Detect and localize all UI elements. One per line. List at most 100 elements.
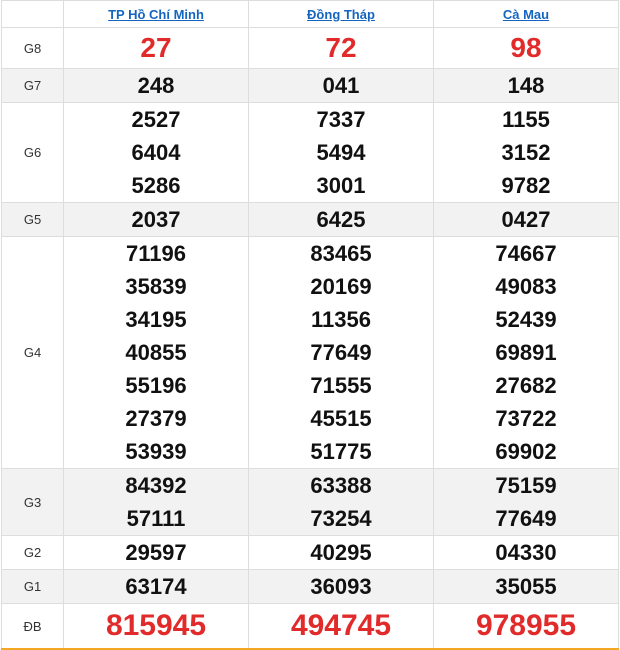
prize-label: G6 — [1, 102, 64, 203]
prize-row-special: ĐB 815945 494745 978955 — [1, 603, 619, 650]
prize-label: ĐB — [1, 603, 64, 650]
prize-number: 1155 — [502, 107, 550, 132]
prize-cell: 72 — [248, 27, 434, 69]
prize-number: 98 — [510, 32, 542, 63]
prize-cell: 494745 — [248, 603, 434, 650]
prize-number: 35839 — [125, 274, 187, 299]
prize-row-g3: G3 84392 57111 63388 73254 75159 77649 — [1, 468, 619, 536]
prize-number: 2037 — [131, 207, 181, 232]
prize-cell: 75159 77649 — [433, 468, 619, 536]
prize-label: G5 — [1, 202, 64, 237]
prize-number: 041 — [322, 73, 360, 98]
prize-number: 55196 — [125, 373, 187, 398]
prize-number: 6425 — [316, 207, 366, 232]
prize-cell: 04330 — [433, 535, 619, 570]
prize-number: 69902 — [495, 439, 557, 464]
prize-number: 20169 — [310, 274, 372, 299]
header-blank-cell — [1, 0, 64, 28]
prize-number: 3001 — [316, 173, 366, 198]
province-header: Cà Mau — [433, 0, 619, 28]
prize-cell: 148 — [433, 68, 619, 103]
prize-cell: 041 — [248, 68, 434, 103]
prize-number: 27379 — [125, 406, 187, 431]
prize-cell: 36093 — [248, 569, 434, 604]
prize-cell: 248 — [63, 68, 249, 103]
prize-row-g7: G7 248 041 148 — [1, 68, 619, 103]
prize-cell: 1155 3152 9782 — [433, 102, 619, 203]
prize-cell: 978955 — [433, 603, 619, 650]
prize-number: 51775 — [310, 439, 372, 464]
prize-cell: 0427 — [433, 202, 619, 237]
province-link-ca-mau[interactable]: Cà Mau — [503, 7, 549, 22]
prize-cell: 2527 6404 5286 — [63, 102, 249, 203]
prize-cell: 71196 35839 34195 40855 55196 27379 5393… — [63, 236, 249, 469]
prize-number: 84392 — [125, 473, 187, 498]
prize-number: 69891 — [495, 340, 557, 365]
prize-number: 63388 — [310, 473, 372, 498]
prize-number: 71555 — [310, 373, 372, 398]
prize-number: 3152 — [501, 140, 551, 165]
prize-number: 148 — [507, 73, 545, 98]
prize-number: 77649 — [495, 506, 557, 531]
prize-row-g8: G8 27 72 98 — [1, 27, 619, 69]
prize-number: 35055 — [495, 574, 557, 599]
prize-number: 7337 — [316, 107, 366, 132]
prize-number: 5286 — [131, 173, 181, 198]
prize-label: G1 — [1, 569, 64, 604]
prize-number: 2527 — [131, 107, 181, 132]
prize-number: 27 — [140, 32, 172, 63]
prize-cell: 74667 49083 52439 69891 27682 73722 6990… — [433, 236, 619, 469]
prize-label: G7 — [1, 68, 64, 103]
prize-number: 248 — [137, 73, 175, 98]
prize-number: 77649 — [310, 340, 372, 365]
prize-label: G4 — [1, 236, 64, 469]
special-prize-number: 815945 — [105, 609, 207, 642]
prize-cell: 2037 — [63, 202, 249, 237]
prize-cell: 63388 73254 — [248, 468, 434, 536]
prize-label: G2 — [1, 535, 64, 570]
province-link-tp-ho-chi-minh[interactable]: TP Hồ Chí Minh — [108, 7, 204, 22]
province-link-dong-thap[interactable]: Đồng Tháp — [307, 7, 375, 22]
prize-number: 72 — [325, 32, 357, 63]
prize-label: G3 — [1, 468, 64, 536]
prize-number: 36093 — [310, 574, 372, 599]
province-header: Đồng Tháp — [248, 0, 434, 28]
prize-number: 9782 — [501, 173, 551, 198]
prize-row-g1: G1 63174 36093 35055 — [1, 569, 619, 604]
prize-number: 75159 — [495, 473, 557, 498]
prize-number: 52439 — [495, 307, 557, 332]
prize-number: 0427 — [501, 207, 551, 232]
prize-row-g6: G6 2527 6404 5286 7337 5494 3001 1155 31… — [1, 102, 619, 203]
prize-number: 63174 — [125, 574, 187, 599]
prize-row-g4: G4 71196 35839 34195 40855 55196 27379 5… — [1, 236, 619, 469]
prize-number: 40855 — [125, 340, 187, 365]
prize-cell: 40295 — [248, 535, 434, 570]
prize-number: 27682 — [495, 373, 557, 398]
prize-number: 45515 — [310, 406, 372, 431]
prize-number: 34195 — [125, 307, 187, 332]
prize-number: 83465 — [310, 241, 372, 266]
prize-cell: 7337 5494 3001 — [248, 102, 434, 203]
prize-number: 40295 — [310, 540, 372, 565]
province-header: TP Hồ Chí Minh — [63, 0, 249, 28]
prize-number: 49083 — [495, 274, 557, 299]
prize-cell: 84392 57111 — [63, 468, 249, 536]
prize-row-g2: G2 29597 40295 04330 — [1, 535, 619, 570]
prize-cell: 6425 — [248, 202, 434, 237]
prize-cell: 29597 — [63, 535, 249, 570]
prize-number: 6404 — [131, 140, 181, 165]
prize-cell: 35055 — [433, 569, 619, 604]
prize-number: 53939 — [125, 439, 187, 464]
prize-number: 73722 — [495, 406, 557, 431]
prize-label: G8 — [1, 27, 64, 69]
prize-cell: 27 — [63, 27, 249, 69]
prize-row-g5: G5 2037 6425 0427 — [1, 202, 619, 237]
special-prize-number: 978955 — [475, 609, 577, 642]
prize-cell: 98 — [433, 27, 619, 69]
prize-number: 74667 — [495, 241, 557, 266]
special-prize-number: 494745 — [290, 609, 392, 642]
header-row: TP Hồ Chí Minh Đồng Tháp Cà Mau — [1, 0, 619, 28]
prize-number: 29597 — [125, 540, 187, 565]
prize-number: 71196 — [126, 241, 186, 266]
prize-cell: 63174 — [63, 569, 249, 604]
